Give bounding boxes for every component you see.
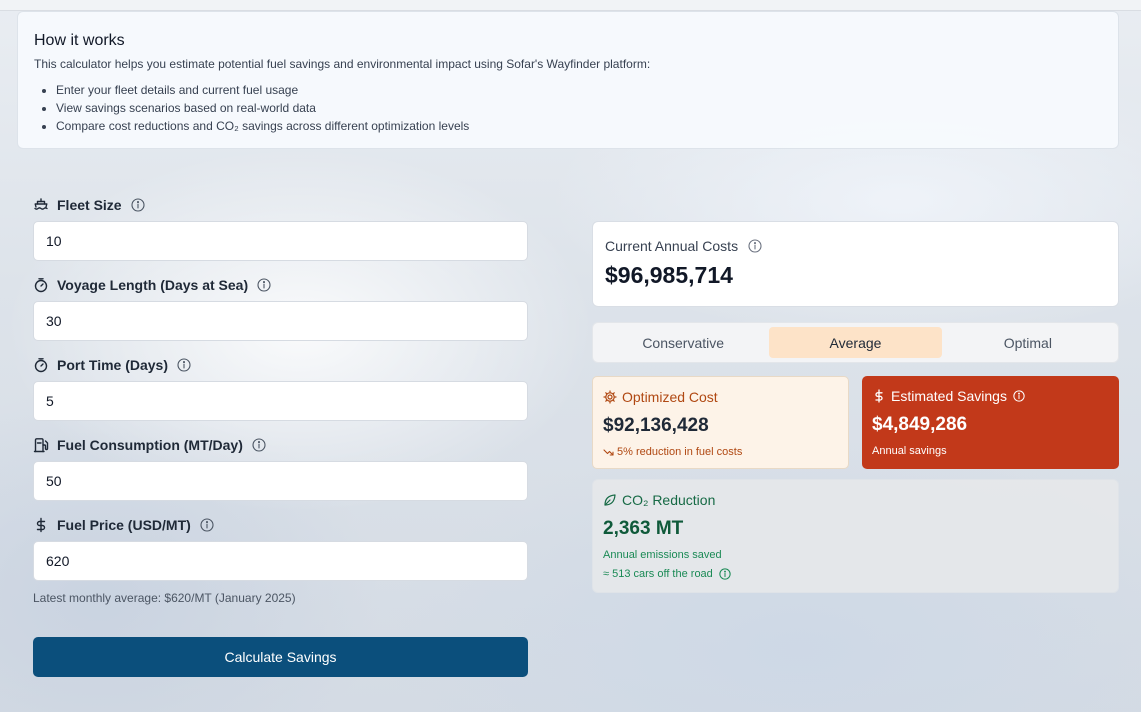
fleet-size-field: Fleet Size 10 (33, 195, 528, 275)
how-it-works-description: This calculator helps you estimate poten… (34, 57, 651, 71)
current-annual-costs-value: $96,985,714 (605, 262, 733, 288)
co2-reduction-title: CO₂ Reduction (622, 492, 716, 508)
timer-icon (33, 277, 49, 293)
fuel-price-input[interactable]: 620 (33, 541, 528, 581)
fuel-consumption-input[interactable]: 50 (33, 461, 528, 501)
list-item: View savings scenarios based on real-wor… (56, 99, 1102, 117)
how-it-works-list: Enter your fleet details and current fue… (34, 81, 1102, 135)
port-time-input[interactable]: 5 (33, 381, 528, 421)
info-icon[interactable] (719, 568, 731, 580)
co2-reduction-card: CO₂ Reduction 2,363 MT Annual emissions … (592, 479, 1119, 593)
how-it-works-panel: How it works This calculator helps you e… (17, 11, 1119, 149)
calculator-form: Fleet Size 10 Voyage Length (Days at Sea… (33, 195, 528, 605)
gear-icon (603, 390, 617, 404)
optimized-cost-card: Optimized Cost $92,136,428 5% reduction … (592, 376, 849, 469)
optimized-cost-value: $92,136,428 (603, 415, 709, 436)
info-icon[interactable] (200, 518, 214, 532)
cars-equivalent: ≈ 513 cars off the road (603, 568, 713, 580)
how-it-works-title: How it works (34, 32, 125, 49)
list-item: Compare cost reductions and CO₂ savings … (56, 117, 1102, 135)
dollar-icon (33, 517, 49, 533)
info-icon[interactable] (1013, 390, 1025, 402)
fuel-price-label: Fuel Price (USD/MT) (57, 517, 191, 533)
top-bar (0, 0, 1141, 11)
scenario-tabs: Conservative Average Optimal (592, 322, 1119, 363)
info-icon[interactable] (177, 358, 191, 372)
info-icon[interactable] (131, 198, 145, 212)
fuel-price-hint: Latest monthly average: $620/MT (January… (33, 591, 296, 605)
timer-icon (33, 357, 49, 373)
estimated-savings-note: Annual savings (872, 445, 947, 457)
trending-down-icon (603, 447, 614, 458)
info-icon[interactable] (252, 438, 266, 452)
current-annual-costs-card: Current Annual Costs $96,985,714 (592, 221, 1119, 307)
ship-icon (33, 197, 49, 213)
fleet-size-input[interactable]: 10 (33, 221, 528, 261)
fuel-price-field: Fuel Price (USD/MT) 620 (33, 515, 528, 595)
estimated-savings-title: Estimated Savings (891, 388, 1007, 404)
tab-conservative[interactable]: Conservative (597, 327, 769, 358)
port-time-field: Port Time (Days) 5 (33, 355, 528, 435)
estimated-savings-value: $4,849,286 (872, 414, 968, 435)
info-icon[interactable] (748, 239, 762, 253)
co2-reduction-value: 2,363 MT (603, 518, 684, 539)
optimized-cost-note: 5% reduction in fuel costs (617, 446, 743, 458)
fuel-consumption-field: Fuel Consumption (MT/Day) 50 (33, 435, 528, 515)
fuel-icon (33, 437, 49, 453)
voyage-length-input[interactable]: 30 (33, 301, 528, 341)
voyage-length-label: Voyage Length (Days at Sea) (57, 277, 249, 293)
dollar-icon (872, 389, 886, 403)
voyage-length-field: Voyage Length (Days at Sea) 30 (33, 275, 528, 355)
fuel-consumption-label: Fuel Consumption (MT/Day) (57, 437, 243, 453)
current-annual-costs-label: Current Annual Costs (605, 238, 739, 254)
port-time-label: Port Time (Days) (57, 357, 168, 373)
tab-average[interactable]: Average (769, 327, 942, 358)
optimized-cost-title: Optimized Cost (622, 389, 718, 405)
estimated-savings-card: Estimated Savings $4,849,286 Annual savi… (862, 376, 1119, 469)
leaf-icon (603, 493, 617, 507)
info-icon[interactable] (257, 278, 271, 292)
co2-reduction-note: Annual emissions saved (603, 549, 722, 561)
list-item: Enter your fleet details and current fue… (56, 81, 1102, 99)
fleet-size-label: Fleet Size (57, 197, 122, 213)
tab-optimal[interactable]: Optimal (942, 327, 1114, 358)
calculate-savings-button[interactable]: Calculate Savings (33, 637, 528, 677)
